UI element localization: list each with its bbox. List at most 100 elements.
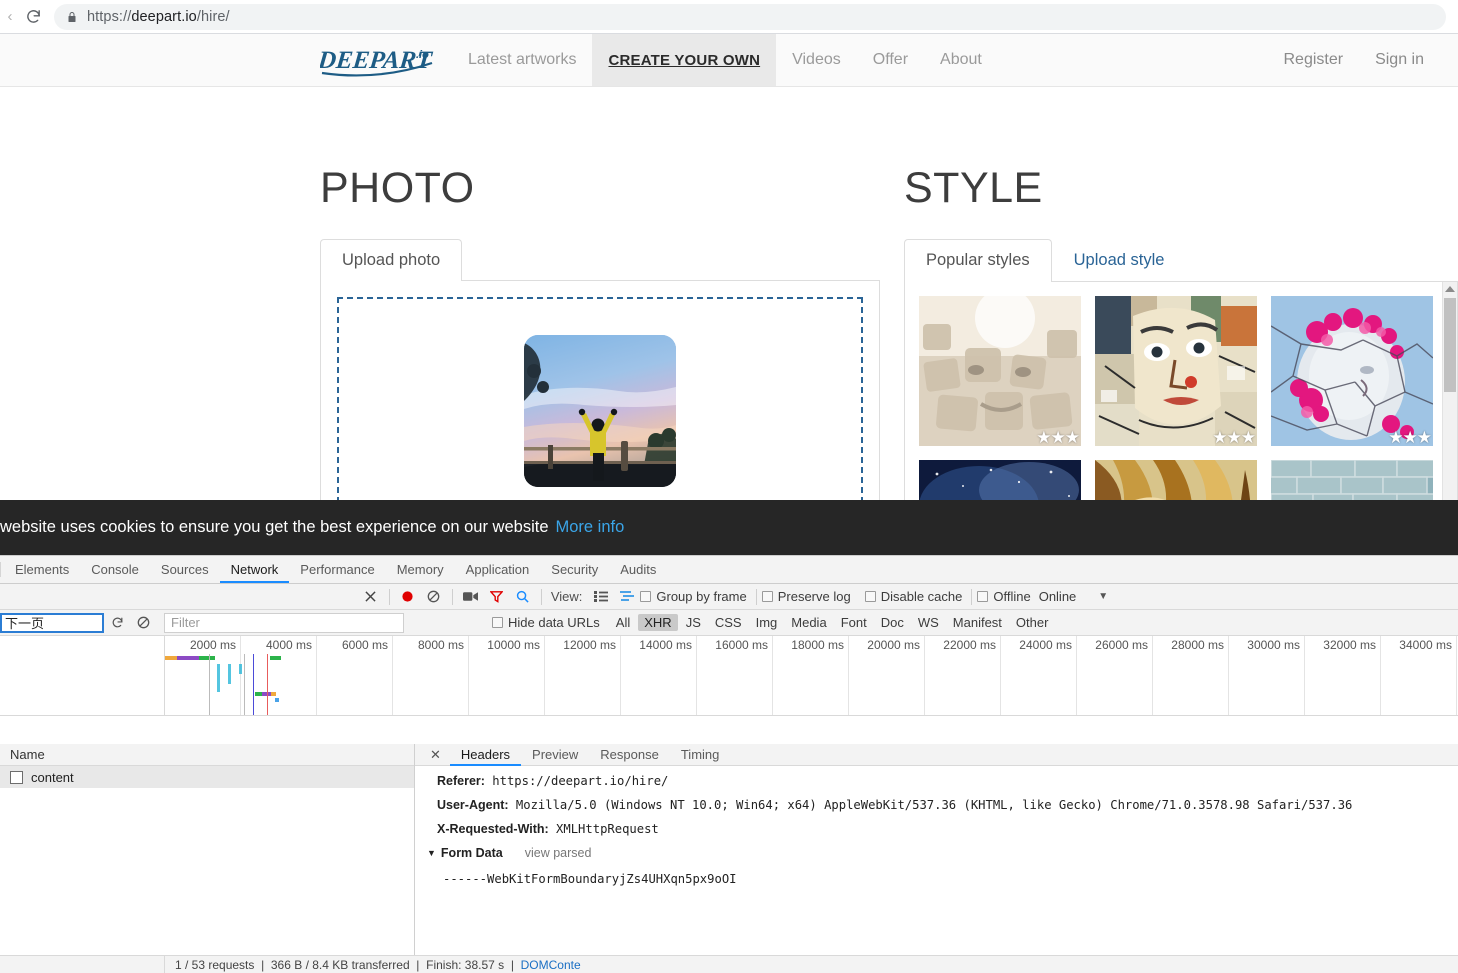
address-bar[interactable]: https://deepart.io/hire/: [54, 3, 1446, 30]
style-thumbnail-pink-blossom-crackle[interactable]: ★★★: [1271, 295, 1433, 446]
timeline-marker: [239, 664, 242, 674]
nav-label: Register: [1283, 51, 1344, 68]
waterfall-view-icon[interactable]: [614, 585, 640, 609]
detail-tab-timing[interactable]: Timing: [670, 744, 731, 766]
photo-dropzone[interactable]: [337, 296, 863, 500]
uploaded-photo-thumbnail[interactable]: [524, 334, 676, 487]
type-filter-media[interactable]: Media: [785, 614, 832, 631]
scrollbar-thumb[interactable]: [1444, 297, 1456, 392]
timeline-tick: 18000 ms: [791, 638, 844, 652]
type-filter-ws[interactable]: WS: [912, 614, 945, 631]
type-filter-xhr[interactable]: XHR: [638, 614, 678, 631]
status-gutter: [0, 956, 165, 973]
cookie-more-info-link[interactable]: More info: [556, 518, 625, 537]
filter-input[interactable]: Filter: [164, 612, 404, 633]
style-thumbnail-cubist-beige-face[interactable]: ★★★: [919, 295, 1081, 446]
tab-upload-style[interactable]: Upload style: [1052, 239, 1187, 281]
site-logo[interactable]: DEEPART .io: [320, 34, 452, 86]
style-thumbnail-golden-swirl[interactable]: [1095, 459, 1257, 500]
type-filter-manifest[interactable]: Manifest: [947, 614, 1008, 631]
type-filter-other[interactable]: Other: [1010, 614, 1055, 631]
page-search-input[interactable]: 下一页: [0, 612, 104, 633]
style-thumbnail-starry-nebula[interactable]: [919, 459, 1081, 500]
group-by-frame-checkbox[interactable]: Group by frame: [640, 589, 747, 604]
nav-item-about[interactable]: About: [924, 34, 998, 86]
requests-pane: Name content: [0, 744, 415, 955]
form-data-label: Form Data: [440, 846, 503, 860]
nav-item-latest-artworks[interactable]: Latest artworks: [452, 34, 592, 86]
nav-item-videos[interactable]: Videos: [776, 34, 857, 86]
chevron-down-icon[interactable]: ▼: [427, 848, 436, 858]
document-icon: [10, 770, 23, 784]
type-filter-img[interactable]: Img: [750, 614, 784, 631]
form-data-section-header[interactable]: ▼ Form Data view parsed: [427, 846, 1458, 860]
tab-popular-styles[interactable]: Popular styles: [904, 239, 1052, 282]
close-icon[interactable]: ✕: [421, 747, 450, 763]
nav-item-offer[interactable]: Offer: [857, 34, 924, 86]
type-filter-css[interactable]: CSS: [709, 614, 748, 631]
throttling-select[interactable]: Online: [1039, 589, 1077, 604]
style-thumbnail-kandinsky-portrait[interactable]: ★★★: [1095, 295, 1257, 446]
nav-item-create-your-own[interactable]: CREATE YOUR OWN: [592, 34, 777, 86]
clear-icon[interactable]: [421, 585, 447, 609]
checkbox-box: [761, 591, 773, 602]
timeline-tick: 24000 ms: [1019, 638, 1072, 652]
requests-column-header[interactable]: Name: [0, 744, 414, 766]
network-timeline-overview[interactable]: 2000 ms 4000 ms 6000 ms 8000 ms 10000 ms…: [0, 636, 1458, 716]
record-icon[interactable]: [395, 585, 421, 609]
type-filter-doc[interactable]: Doc: [875, 614, 910, 631]
hide-data-urls-checkbox[interactable]: Hide data URLs: [492, 615, 600, 630]
block-icon[interactable]: [130, 611, 156, 635]
preserve-log-checkbox[interactable]: Preserve log: [761, 589, 851, 604]
refresh-icon[interactable]: [104, 611, 130, 635]
list-view-icon[interactable]: [588, 585, 614, 609]
devtools-tab-application[interactable]: Application: [455, 556, 541, 583]
status-text: 1 / 53 requests | 366 B / 8.4 KB transfe…: [165, 958, 581, 972]
devtools-tab-console[interactable]: Console: [80, 556, 150, 583]
url-text: https://deepart.io/hire/: [87, 8, 230, 25]
detail-tab-preview[interactable]: Preview: [521, 744, 589, 766]
domcontentloaded-line: [253, 654, 254, 715]
register-link[interactable]: Register: [1268, 34, 1360, 86]
offline-checkbox[interactable]: Offline: [977, 589, 1031, 604]
tab-label: Audits: [620, 562, 657, 577]
search-icon[interactable]: [510, 585, 536, 609]
tab-label: Console: [91, 562, 139, 577]
devtools-tab-memory[interactable]: Memory: [386, 556, 455, 583]
chevron-down-icon[interactable]: ▼: [1098, 591, 1108, 602]
detail-tab-response[interactable]: Response: [589, 744, 670, 766]
devtools-tab-sources[interactable]: Sources: [150, 556, 220, 583]
tab-label: Application: [465, 562, 530, 577]
close-icon[interactable]: [358, 585, 384, 609]
timeline-divider: [209, 654, 210, 715]
devtools-tab-audits[interactable]: Audits: [609, 556, 667, 583]
detail-tabbar: ✕ Headers Preview Response Timing: [415, 744, 1458, 766]
type-filter-all[interactable]: All: [610, 614, 636, 631]
style-thumbnail-blue-brick-wall[interactable]: [1271, 459, 1433, 500]
tab-upload-photo[interactable]: Upload photo: [320, 239, 463, 281]
disable-cache-checkbox[interactable]: Disable cache: [864, 589, 962, 604]
timeline-bar: [177, 656, 199, 660]
devtools-tab-performance[interactable]: Performance: [289, 556, 385, 583]
scroll-up-arrow-icon[interactable]: [1445, 285, 1455, 292]
type-filter-js[interactable]: JS: [680, 614, 707, 631]
camera-icon[interactable]: [458, 585, 484, 609]
nav-label: CREATE YOUR OWN: [608, 51, 761, 69]
back-arrow-icon[interactable]: ‹: [2, 8, 18, 25]
request-headers-list: Referer: https://deepart.io/hire/ User-A…: [415, 766, 1458, 836]
table-row[interactable]: content: [0, 766, 414, 788]
view-label: View:: [550, 589, 583, 604]
tab-label: Elements: [15, 562, 70, 577]
devtools-tab-network[interactable]: Network: [220, 556, 290, 583]
devtools-tab-security[interactable]: Security: [540, 556, 609, 583]
request-name: content: [31, 769, 74, 785]
view-parsed-link[interactable]: view parsed: [525, 846, 592, 860]
timeline-tick: 34000 ms: [1399, 638, 1452, 652]
type-filter-font[interactable]: Font: [835, 614, 873, 631]
detail-tab-headers[interactable]: Headers: [450, 744, 521, 766]
reload-icon[interactable]: [18, 3, 48, 31]
sign-in-link[interactable]: Sign in: [1359, 34, 1440, 86]
style-scrollbar[interactable]: [1442, 281, 1457, 500]
devtools-tab-elements[interactable]: Elements: [4, 556, 80, 583]
filter-icon[interactable]: [484, 585, 510, 609]
